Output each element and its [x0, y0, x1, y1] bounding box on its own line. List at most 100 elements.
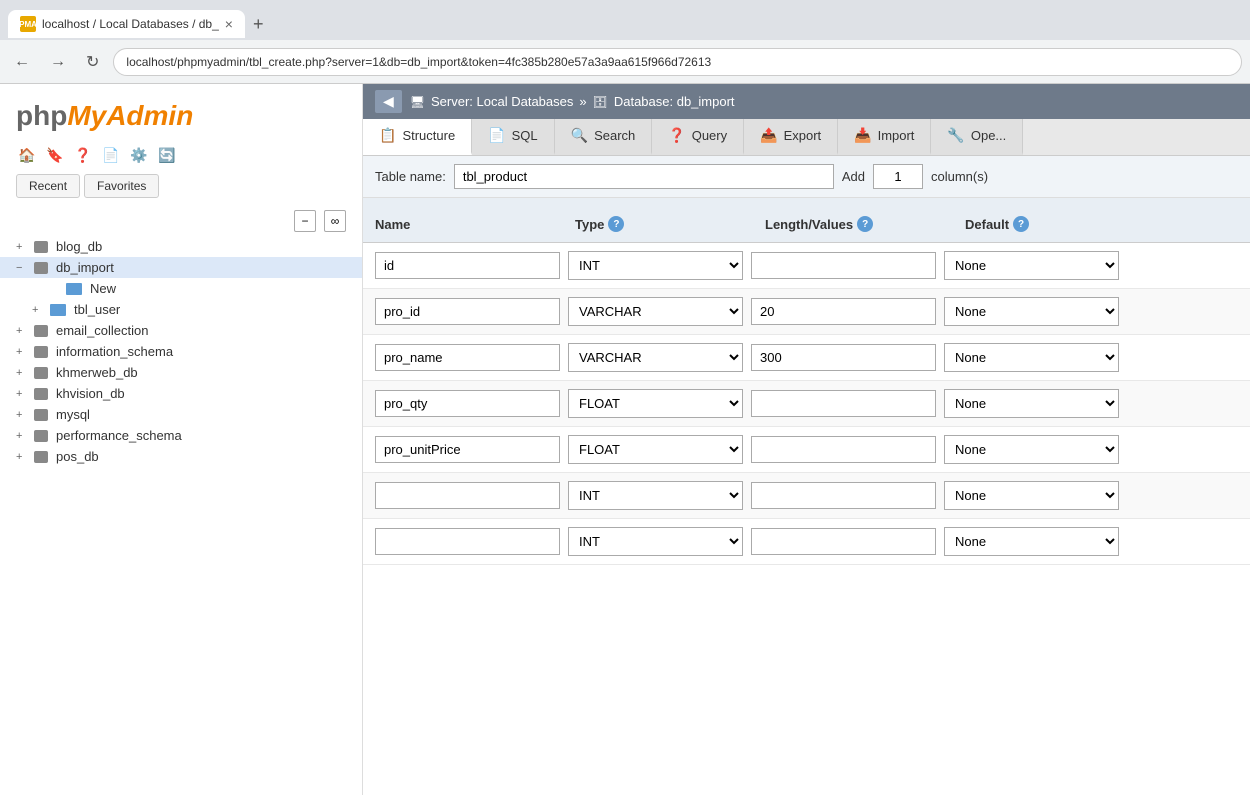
- expander-icon[interactable]: +: [16, 388, 30, 400]
- column-default-select[interactable]: NoneCURRENT_TIMESTAMPNULLas defined: [944, 297, 1119, 326]
- db-cylinder-icon: [34, 325, 48, 337]
- server-icon: 🖥: [410, 95, 425, 109]
- db-item-information-schema[interactable]: + information_schema: [0, 341, 362, 362]
- db-item-performance-schema[interactable]: + performance_schema: [0, 425, 362, 446]
- column-default-select[interactable]: NoneCURRENT_TIMESTAMPNULLas defined: [944, 389, 1119, 418]
- bookmark-icon[interactable]: 🔖: [44, 144, 66, 166]
- breadcrumb-separator: »: [579, 94, 586, 109]
- nav-tabs: 📋 Structure 📄 SQL 🔍 Search ❓ Query 📤 Exp…: [363, 119, 1250, 156]
- recent-tab[interactable]: Recent: [16, 174, 80, 198]
- expander-icon[interactable]: +: [16, 409, 30, 421]
- expander-icon[interactable]: +: [32, 304, 46, 316]
- db-item-new[interactable]: New: [0, 278, 362, 299]
- close-tab-button[interactable]: ×: [225, 16, 233, 32]
- column-length-input[interactable]: [751, 344, 936, 371]
- type-help-icon[interactable]: ?: [608, 216, 624, 232]
- forward-button[interactable]: →: [44, 49, 72, 75]
- new-tab-button[interactable]: +: [245, 10, 272, 39]
- reload-button[interactable]: ↻: [80, 48, 105, 76]
- column-type-select[interactable]: INTVARCHARFLOATTEXTDATETIMEDATEBIGINTTIN…: [568, 481, 743, 510]
- column-type-select[interactable]: INTVARCHARFLOATTEXTDATETIMEDATEBIGINTTIN…: [568, 435, 743, 464]
- db-name: khmerweb_db: [56, 365, 138, 380]
- db-item-mysql[interactable]: + mysql: [0, 404, 362, 425]
- db-name: email_collection: [56, 323, 149, 338]
- tab-export[interactable]: 📤 Export: [744, 119, 838, 155]
- db-item-db-import[interactable]: − db_import: [0, 257, 362, 278]
- browser-tab[interactable]: PMA localhost / Local Databases / db_ ×: [8, 10, 245, 38]
- column-length-input[interactable]: [751, 298, 936, 325]
- columns-header: Name Type ? Length/Values ? Default ?: [363, 206, 1250, 243]
- spacer: [363, 198, 1250, 206]
- expander-icon[interactable]: +: [16, 346, 30, 358]
- column-length-input[interactable]: [751, 252, 936, 279]
- column-default-select[interactable]: NoneCURRENT_TIMESTAMPNULLas defined: [944, 481, 1119, 510]
- tab-query[interactable]: ❓ Query: [652, 119, 744, 155]
- db-item-khmerweb-db[interactable]: + khmerweb_db: [0, 362, 362, 383]
- col-header-default: Default ?: [965, 216, 1165, 232]
- expander-icon[interactable]: +: [16, 325, 30, 337]
- column-type-select[interactable]: INTVARCHARFLOATTEXTDATETIMEDATEBIGINTTIN…: [568, 527, 743, 556]
- settings-icon[interactable]: ⚙️: [128, 144, 150, 166]
- column-length-input[interactable]: [751, 528, 936, 555]
- favorites-tab[interactable]: Favorites: [84, 174, 159, 198]
- expander-icon[interactable]: +: [16, 367, 30, 379]
- column-name-input[interactable]: [375, 390, 560, 417]
- expander-icon[interactable]: −: [16, 262, 30, 274]
- tab-sql[interactable]: 📄 SQL: [472, 119, 554, 155]
- column-default-select[interactable]: NoneCURRENT_TIMESTAMPNULLas defined: [944, 343, 1119, 372]
- link-button[interactable]: ∞: [324, 210, 346, 232]
- expander-icon[interactable]: +: [16, 430, 30, 442]
- expander-icon[interactable]: +: [16, 241, 30, 253]
- db-item-tbl-user[interactable]: + tbl_user: [0, 299, 362, 320]
- topbar-back-button[interactable]: ◀: [375, 90, 402, 113]
- column-length-input[interactable]: [751, 390, 936, 417]
- table-name-input[interactable]: [454, 164, 834, 189]
- operations-icon: 🔧: [947, 127, 964, 144]
- tab-structure[interactable]: 📋 Structure: [363, 119, 472, 155]
- refresh-icon[interactable]: 🔄: [156, 144, 178, 166]
- table-row: INTVARCHARFLOATTEXTDATETIMEDATEBIGINTTIN…: [363, 427, 1250, 473]
- column-type-select[interactable]: INTVARCHARFLOATTEXTDATETIMEDATEBIGINTTIN…: [568, 251, 743, 280]
- length-help-icon[interactable]: ?: [857, 216, 873, 232]
- help-icon[interactable]: ❓: [72, 144, 94, 166]
- column-type-select[interactable]: INTVARCHARFLOATTEXTDATETIMEDATEBIGINTTIN…: [568, 389, 743, 418]
- breadcrumb: 🖥 Server: Local Databases » 🗄 Database: …: [410, 94, 735, 109]
- new-table-icon: [66, 283, 82, 295]
- tab-import[interactable]: 📥 Import: [838, 119, 931, 155]
- home-icon[interactable]: 🏠: [16, 144, 38, 166]
- db-cylinder-icon: [34, 367, 48, 379]
- back-button[interactable]: ←: [8, 49, 36, 75]
- tab-import-label: Import: [878, 128, 915, 143]
- column-default-select[interactable]: NoneCURRENT_TIMESTAMPNULLas defined: [944, 251, 1119, 280]
- column-name-input[interactable]: [375, 436, 560, 463]
- column-type-select[interactable]: INTVARCHARFLOATTEXTDATETIMEDATEBIGINTTIN…: [568, 297, 743, 326]
- address-bar[interactable]: [113, 48, 1242, 76]
- logo-myadmin: MyAdmin: [67, 100, 193, 131]
- column-length-input[interactable]: [751, 482, 936, 509]
- column-name-input[interactable]: [375, 528, 560, 555]
- db-item-blog-db[interactable]: + blog_db: [0, 236, 362, 257]
- tab-structure-label: Structure: [402, 128, 455, 143]
- default-help-icon[interactable]: ?: [1013, 216, 1029, 232]
- db-item-khvision-db[interactable]: + khvision_db: [0, 383, 362, 404]
- column-default-select[interactable]: NoneCURRENT_TIMESTAMPNULLas defined: [944, 435, 1119, 464]
- page-icon[interactable]: 📄: [100, 144, 122, 166]
- db-cylinder-icon: [34, 451, 48, 463]
- column-name-input[interactable]: [375, 298, 560, 325]
- table-name: tbl_user: [74, 302, 120, 317]
- tab-sql-label: SQL: [512, 128, 538, 143]
- expander-icon[interactable]: +: [16, 451, 30, 463]
- db-item-email-collection[interactable]: + email_collection: [0, 320, 362, 341]
- column-default-select[interactable]: NoneCURRENT_TIMESTAMPNULLas defined: [944, 527, 1119, 556]
- db-item-pos-db[interactable]: + pos_db: [0, 446, 362, 467]
- column-type-select[interactable]: INTVARCHARFLOATTEXTDATETIMEDATEBIGINTTIN…: [568, 343, 743, 372]
- sidebar-controls: − ∞: [0, 206, 362, 236]
- tab-search[interactable]: 🔍 Search: [555, 119, 653, 155]
- column-name-input[interactable]: [375, 344, 560, 371]
- collapse-all-button[interactable]: −: [294, 210, 316, 232]
- tab-operations[interactable]: 🔧 Ope...: [931, 119, 1023, 155]
- column-name-input[interactable]: [375, 252, 560, 279]
- column-length-input[interactable]: [751, 436, 936, 463]
- column-name-input[interactable]: [375, 482, 560, 509]
- add-count-input[interactable]: [873, 164, 923, 189]
